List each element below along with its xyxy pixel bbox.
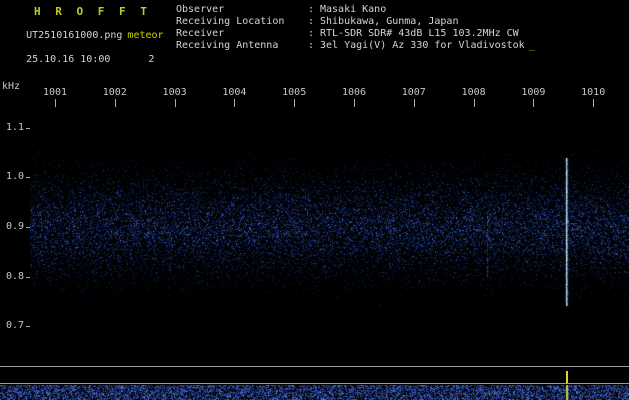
echo-counter: 2 — [148, 54, 155, 65]
y-tick-label: 1.1 — [5, 121, 24, 133]
hrofft-output-window: H R O F F T UT2510161000.png meteor 25.10… — [0, 0, 629, 400]
x-tick-label: 1004 — [222, 87, 247, 98]
info-colon: : — [308, 28, 315, 39]
x-tick-mark — [533, 99, 535, 107]
info-value: Shibukawa, Gunma, Japan — [320, 16, 459, 27]
x-tick-label: 1002 — [102, 87, 127, 98]
x-tick-mark — [354, 99, 355, 107]
x-tick-mark — [174, 99, 176, 107]
info-row: Receiver: RTL-SDR SDR# 43dB L15 103.2MHz … — [176, 28, 535, 40]
x-tick-label: 1008 — [461, 87, 486, 98]
x-tick-label: 1010 — [581, 87, 606, 98]
observatory-name: meteor — [127, 30, 164, 41]
x-tick-mark — [55, 99, 56, 107]
x-tick-label: 1009 — [521, 87, 546, 98]
info-row: Observer: Masaki Kano — [176, 4, 535, 16]
x-tick-label: 1006 — [341, 87, 367, 98]
signal-panel-bottom-line — [0, 383, 629, 384]
timestamp: 25.10.16 10:00 — [26, 54, 111, 65]
x-tick-mark — [114, 99, 116, 107]
text-cursor: _ — [528, 40, 535, 51]
y-tick-label: 0.7 — [5, 320, 24, 332]
info-row: Receiving Location: Shibukawa, Gunma, Jap… — [176, 16, 535, 28]
info-label: Receiving Antenna — [176, 40, 279, 51]
info-colon: : — [308, 40, 315, 51]
output-filename: UT2510161000.png — [26, 30, 123, 41]
noise-level-strip-canvas — [0, 385, 629, 400]
info-label: Receiver — [176, 28, 225, 39]
x-tick-mark — [234, 99, 236, 107]
info-colon: : — [308, 16, 315, 27]
y-tick-label: 1.0 — [5, 171, 24, 183]
y-tick-label: 0.9 — [5, 221, 24, 233]
y-axis-unit-label: kHz — [2, 81, 21, 92]
x-tick-label: 1001 — [42, 87, 68, 98]
spectrogram-canvas — [30, 108, 629, 366]
time-line: 25.10.16 10:00 2 — [2, 43, 154, 76]
info-value: Masaki Kano — [320, 4, 387, 15]
x-tick-mark — [593, 99, 595, 107]
signal-level-spike — [566, 371, 568, 383]
info-label: Observer — [176, 4, 225, 15]
x-tick-mark — [294, 99, 296, 107]
x-tick-mark — [413, 99, 415, 107]
app-title: H R O F F T — [34, 5, 151, 18]
x-tick-label: 1005 — [282, 87, 307, 98]
info-value: RTL-SDR SDR# 43dB L15 103.2MHz CW — [320, 28, 519, 39]
x-tick-mark — [473, 99, 475, 107]
x-tick-label: 1007 — [401, 87, 426, 98]
observation-info: Observer: Masaki Kano Receiving Location: S… — [176, 4, 535, 52]
info-row: Receiving Antenna:3el Yagi(V) Az 330 for… — [176, 40, 535, 52]
info-colon: : — [308, 4, 315, 15]
info-value: 3el Yagi(V) Az 330 for Vladivostok — [320, 40, 525, 51]
info-label: Receiving Location — [176, 16, 285, 27]
x-tick-label: 1003 — [162, 87, 187, 98]
signal-panel-top-line — [0, 366, 629, 367]
y-tick-label: 0.8 — [5, 270, 24, 282]
